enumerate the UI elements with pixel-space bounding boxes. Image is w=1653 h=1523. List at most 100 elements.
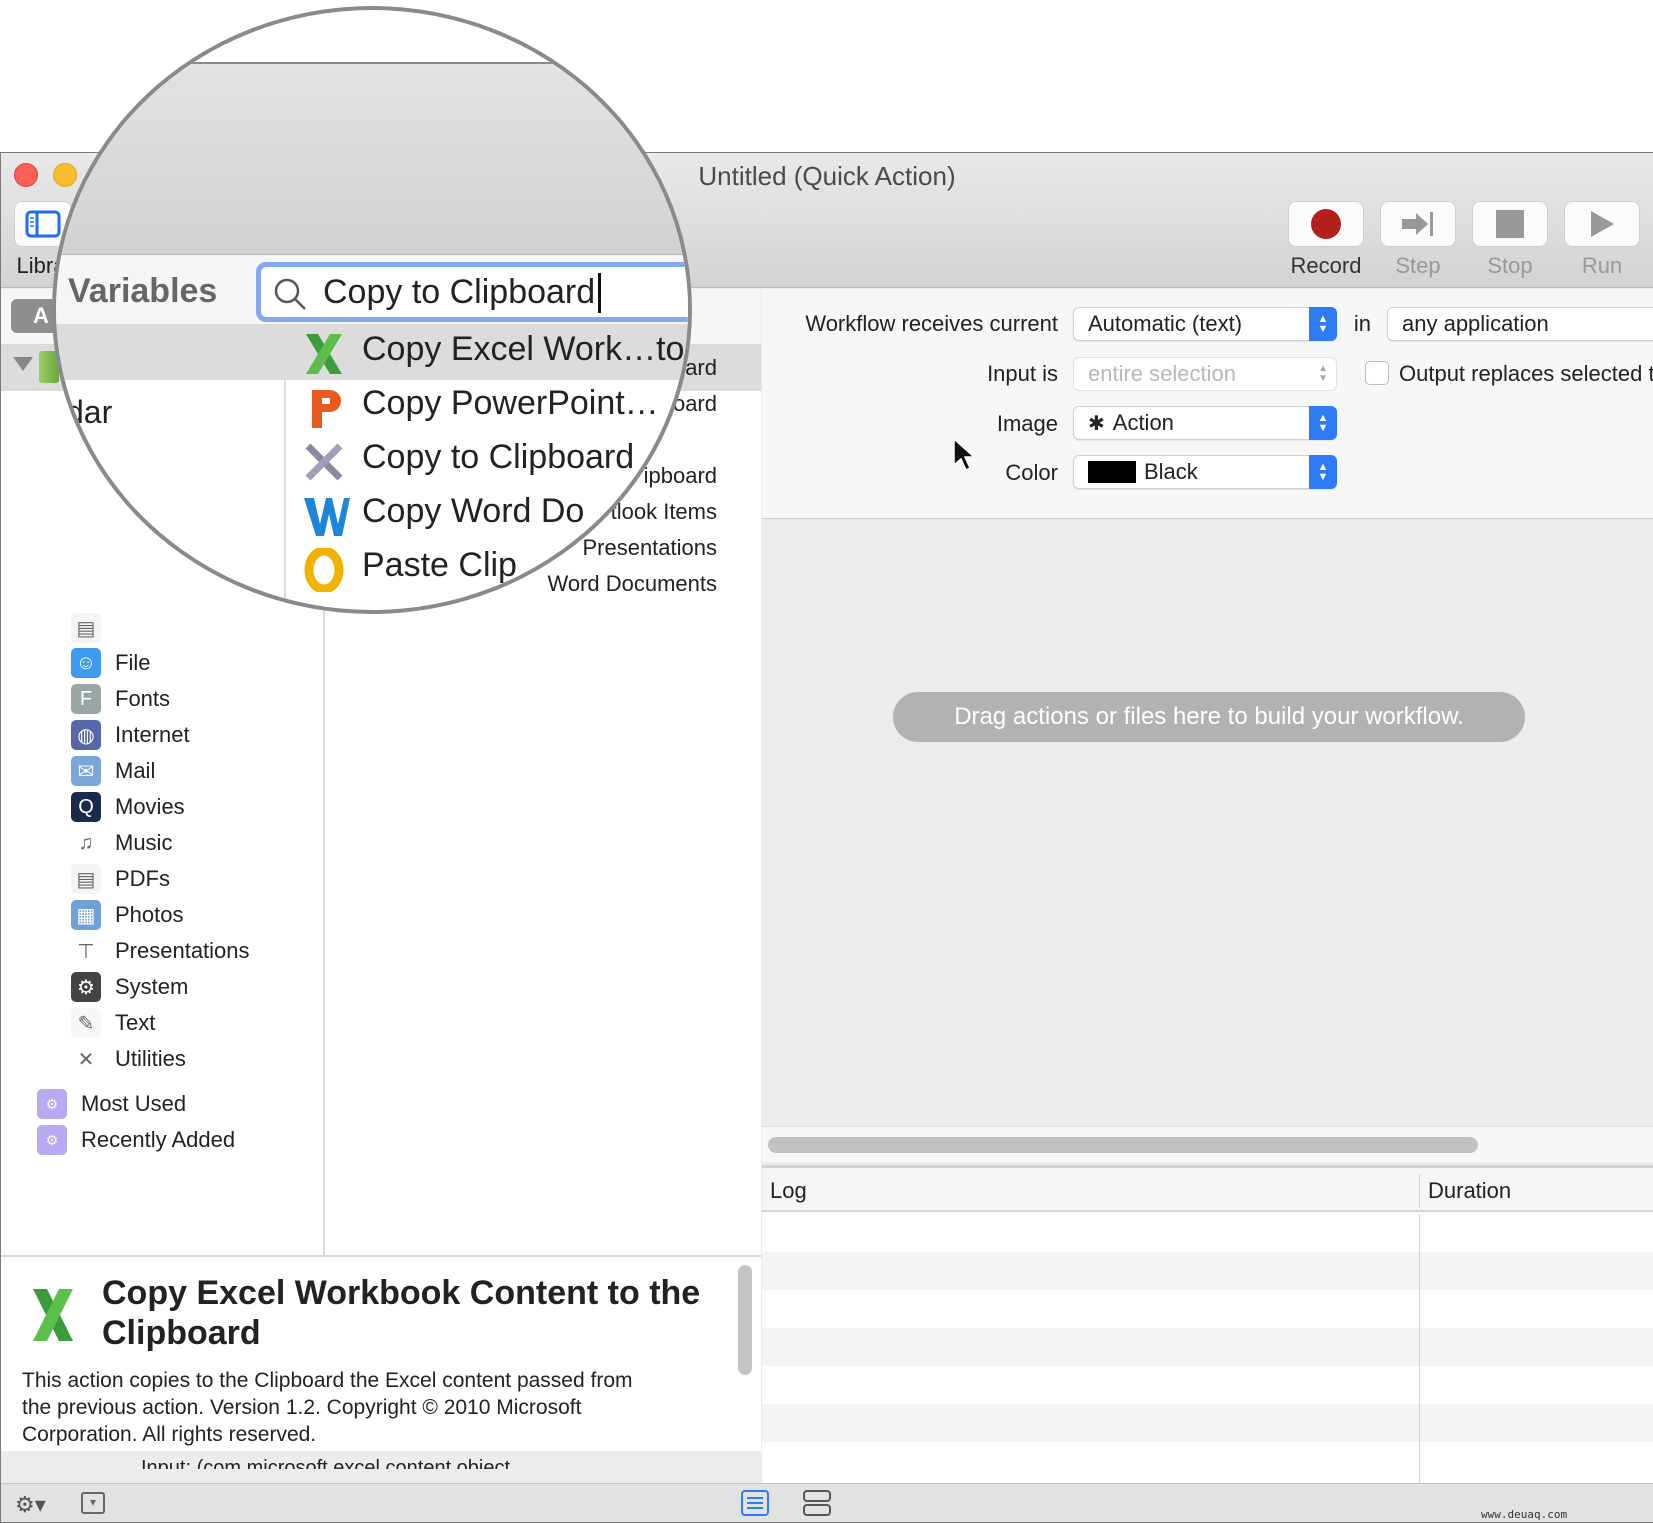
category-item[interactable]: F Fonts	[71, 682, 170, 716]
search-input[interactable]: Copy to Clipboard	[323, 273, 595, 312]
application-popup[interactable]: any application	[1387, 307, 1653, 341]
log-column-header[interactable]: Log	[770, 1178, 807, 1204]
record-icon	[1311, 209, 1341, 239]
in-label: in	[1353, 311, 1371, 336]
color-popup[interactable]: Black ▲ ▼	[1073, 455, 1337, 489]
excel-icon	[33, 1289, 73, 1341]
drop-hint: Drag actions or files here to build your…	[893, 692, 1525, 742]
watermark: www.deuaq.com	[1481, 1508, 1568, 1521]
lens-toolbar-area	[56, 64, 688, 254]
output-replaces-label: Output replaces selected text	[1399, 361, 1653, 386]
category-item[interactable]: ☺ File	[71, 646, 150, 680]
category-label: Fonts	[115, 686, 171, 711]
magnifier-lens: Variables Copy to Clipboard Copy Excel W…	[52, 6, 692, 614]
run-label: Run	[1581, 253, 1623, 278]
utilities-icon	[302, 440, 346, 489]
show-description-icon[interactable]: ▾	[81, 1492, 105, 1514]
excel-icon	[302, 332, 346, 381]
category-item[interactable]: Q Movies	[71, 790, 185, 824]
internet-icon: ◍	[71, 720, 101, 750]
step-label: Step	[1395, 253, 1441, 278]
description-title: Copy Excel Workbook Content to the Clipb…	[102, 1274, 701, 1352]
log-row	[762, 1290, 1653, 1328]
category-label: Music	[115, 830, 173, 855]
documents-icon: ▤	[71, 613, 101, 643]
duration-column-header[interactable]: Duration	[1428, 1178, 1511, 1204]
run-button[interactable]	[1564, 201, 1640, 247]
category-item[interactable]: ✕ Utilities	[71, 1042, 186, 1076]
smart-folder-icon: ⚙	[37, 1089, 67, 1119]
category-item[interactable]: ♫ Music	[71, 826, 172, 860]
log-row	[762, 1442, 1653, 1480]
scrollbar-thumb[interactable]	[768, 1137, 1478, 1153]
image-popup[interactable]: ✱ Action ▲ ▼	[1073, 406, 1337, 440]
category-item[interactable]: ✎ Text	[71, 1006, 155, 1040]
input-is-popup[interactable]: entire selection ▲ ▼	[1073, 357, 1337, 391]
image-value: Action	[1112, 410, 1174, 435]
mouse-cursor-icon	[953, 437, 976, 472]
category-item[interactable]: ▦ Photos	[71, 898, 184, 932]
smart-folder-icon: ⚙	[37, 1125, 67, 1155]
category-label: File	[115, 650, 151, 675]
category-label: PDFs	[115, 866, 170, 891]
photos-icon: ▦	[71, 900, 101, 930]
search-field[interactable]: Copy to Clipboard	[256, 262, 688, 322]
category-label: System	[115, 974, 189, 999]
receives-popup[interactable]: Automatic (text) ▲ ▼	[1073, 307, 1337, 341]
category-item[interactable]: ✉ Mail	[71, 754, 155, 788]
step-button[interactable]	[1380, 201, 1456, 247]
stop-button[interactable]	[1472, 201, 1548, 247]
magnified-action-item[interactable]: Paste Clip	[362, 546, 517, 585]
disclosure-triangle-icon[interactable]	[13, 357, 33, 371]
category-label: Internet	[115, 722, 190, 747]
utilities-icon: ✕	[71, 1044, 101, 1074]
smart-group-item[interactable]: ⚙ Most Used	[37, 1087, 186, 1121]
category-item[interactable]: ▤	[71, 611, 115, 645]
list-view-icon[interactable]	[741, 1490, 769, 1516]
magnified-action-item[interactable]: Copy Excel Work…to	[362, 330, 684, 369]
play-icon	[1591, 211, 1614, 237]
log-row	[762, 1366, 1653, 1404]
fonts-icon: F	[71, 684, 101, 714]
category-item[interactable]: ⚙ System	[71, 970, 188, 1004]
stop-label: Stop	[1487, 253, 1533, 278]
gear-menu-icon[interactable]: ⚙▾	[15, 1492, 46, 1518]
log-row	[762, 1252, 1653, 1290]
magnified-action-item[interactable]: Copy to Clipboard	[362, 438, 634, 477]
outlook-icon	[302, 546, 346, 597]
variables-tab[interactable]: Variables	[68, 272, 217, 311]
category-label: Movies	[115, 794, 185, 819]
record-button[interactable]	[1288, 201, 1364, 247]
description-scrollbar[interactable]	[738, 1265, 752, 1375]
color-value: Black	[1144, 459, 1198, 484]
column-divider[interactable]	[1419, 1174, 1420, 1208]
split-view-icon[interactable]	[803, 1490, 831, 1516]
gear-icon: ✱	[1088, 412, 1105, 435]
pdf-icon: ▤	[71, 864, 101, 894]
description-input-line: Input: (com.microsoft.excel.content.obje…	[141, 1457, 511, 1469]
canvas-horizontal-scrollbar[interactable]	[762, 1126, 1653, 1162]
color-swatch	[1088, 461, 1136, 483]
input-is-value: entire selection	[1088, 361, 1236, 386]
description-body: This action copies to the Clipboard the …	[22, 1369, 633, 1446]
category-item[interactable]: ◍ Internet	[71, 718, 190, 752]
output-replaces-checkbox[interactable]	[1365, 361, 1389, 385]
music-icon: ♫	[71, 828, 101, 858]
popup-arrows-icon: ▲ ▼	[1309, 406, 1337, 440]
smart-group-item[interactable]: ⚙ Recently Added	[37, 1123, 235, 1157]
lens-column-divider	[284, 324, 286, 610]
log-table: Log Duration	[762, 1165, 1653, 1486]
popup-arrows-icon: ▲ ▼	[1318, 363, 1328, 384]
presentations-icon: ⊤	[71, 936, 101, 966]
step-icon	[1402, 212, 1433, 236]
category-calendar-label[interactable]: dar	[66, 394, 112, 431]
category-item[interactable]: ⊤ Presentations	[71, 934, 250, 968]
text-cursor	[598, 273, 601, 313]
movies-icon: Q	[71, 792, 101, 822]
magnified-action-item[interactable]: Copy Word Do	[362, 492, 584, 531]
workflow-input-settings: Workflow receives current Automatic (tex…	[762, 289, 1653, 519]
workflow-canvas[interactable]: Drag actions or files here to build your…	[762, 520, 1653, 1126]
magnified-action-item[interactable]: Copy PowerPoint…	[362, 384, 659, 423]
category-item[interactable]: ▤ PDFs	[71, 862, 170, 896]
action-description: Copy Excel Workbook Content to the Clipb…	[1, 1255, 761, 1469]
